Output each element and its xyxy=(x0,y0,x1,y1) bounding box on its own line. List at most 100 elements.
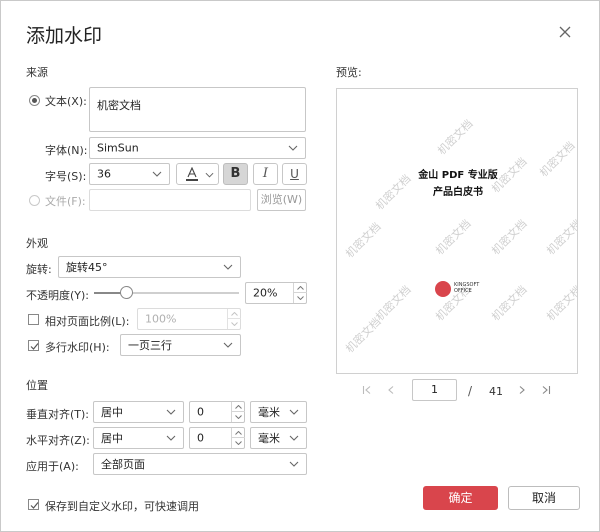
chevron-down-icon xyxy=(223,264,233,270)
watermark-text: 机密文档 xyxy=(489,217,530,258)
source-heading: 来源 xyxy=(26,66,48,79)
vertical-offset-spin xyxy=(231,402,245,422)
font-label: 字体(N): xyxy=(45,144,88,157)
size-select-value: 36 xyxy=(97,167,111,181)
preview-pane: 机密文档 机密文档 机密文档 机密文档 机密文档 机密文档 机密文档 机密文档 … xyxy=(336,88,578,374)
position-heading: 位置 xyxy=(26,379,48,392)
dialog-title: 添加水印 xyxy=(26,25,103,47)
file-path-input[interactable] xyxy=(89,189,251,211)
preview-doc-title-line2: 产品白皮书 xyxy=(433,187,483,198)
chevron-down-icon xyxy=(223,342,233,348)
watermark-text: 机密文档 xyxy=(433,217,474,258)
relative-scale-value: 100% xyxy=(145,312,177,326)
watermark-dialog: 添加水印 来源 文本(X): 机密文档 字体(N): SimSun 字号(S):… xyxy=(0,0,600,532)
opacity-value: 20% xyxy=(253,286,278,300)
kingsoft-logo-text: KINGSOFT OFFICE xyxy=(454,282,479,294)
chevron-down-icon xyxy=(166,435,176,441)
horizontal-offset-stepper[interactable]: 0 xyxy=(189,427,245,449)
font-color-icon xyxy=(186,167,198,181)
first-page-icon[interactable] xyxy=(362,385,372,398)
checkmark-icon xyxy=(30,502,39,509)
logo-text-line2: OFFICE xyxy=(454,288,472,294)
text-source-radio[interactable] xyxy=(29,95,40,106)
appearance-heading: 外观 xyxy=(26,237,48,250)
opacity-spin xyxy=(293,283,307,303)
size-select[interactable]: 36 xyxy=(89,163,170,185)
rotation-select[interactable]: 旋转45° xyxy=(58,256,241,278)
browse-button[interactable]: 浏览(W) xyxy=(257,189,306,211)
opacity-label: 不透明度(Y): xyxy=(26,289,90,302)
next-page-icon[interactable] xyxy=(517,385,527,398)
font-select-value: SimSun xyxy=(97,141,139,155)
page-number-input[interactable]: 1 xyxy=(412,379,457,401)
apply-to-value: 全部页面 xyxy=(101,458,145,471)
vertical-offset-stepper[interactable]: 0 xyxy=(189,401,245,423)
chevron-down-icon xyxy=(166,409,176,415)
watermark-text: 机密文档 xyxy=(435,117,476,158)
apply-to-select[interactable]: 全部页面 xyxy=(93,453,307,475)
relative-scale-decrement-button[interactable] xyxy=(228,319,241,329)
close-icon[interactable] xyxy=(557,24,573,40)
multiline-checkbox[interactable] xyxy=(28,340,39,351)
font-select[interactable]: SimSun xyxy=(89,137,306,159)
vertical-unit-select[interactable]: 毫米 xyxy=(250,401,307,423)
multiline-label: 多行水印(H): xyxy=(45,341,110,354)
kingsoft-logo-icon xyxy=(435,281,451,297)
relative-scale-stepper[interactable]: 100% xyxy=(137,308,241,330)
last-page-icon[interactable] xyxy=(541,385,551,398)
vertical-offset-value: 0 xyxy=(197,405,204,419)
watermark-text: 机密文档 xyxy=(343,220,384,261)
watermark-text-input[interactable]: 机密文档 xyxy=(89,87,306,132)
chevron-down-icon xyxy=(289,435,299,441)
opacity-slider-track[interactable] xyxy=(94,286,239,299)
chevron-down-icon xyxy=(289,461,299,467)
opacity-stepper[interactable]: 20% xyxy=(245,282,307,304)
horizontal-offset-spin xyxy=(231,428,245,448)
relative-scale-spin xyxy=(227,309,241,329)
prev-page-icon[interactable] xyxy=(386,385,396,398)
horizontal-offset-increment-button[interactable] xyxy=(232,428,245,438)
relative-scale-checkbox[interactable] xyxy=(28,314,39,325)
bold-button[interactable]: B xyxy=(223,163,248,185)
watermark-text: 机密文档 xyxy=(373,283,414,324)
font-color-button[interactable] xyxy=(176,163,219,185)
preview-heading: 预览: xyxy=(336,66,362,79)
file-source-radio[interactable] xyxy=(29,195,40,206)
vertical-unit-value: 毫米 xyxy=(258,406,280,419)
vertical-align-select[interactable]: 居中 xyxy=(93,401,184,423)
horizontal-unit-value: 毫米 xyxy=(258,432,280,445)
italic-button[interactable]: I xyxy=(253,163,278,185)
file-source-label: 文件(F): xyxy=(45,195,86,208)
vertical-offset-decrement-button[interactable] xyxy=(232,412,245,422)
watermark-text-value: 机密文档 xyxy=(97,99,141,112)
preview-doc-title-line1: 金山 PDF 专业版 xyxy=(418,170,498,181)
horizontal-offset-value: 0 xyxy=(197,431,204,445)
multiline-select[interactable]: 一页三行 xyxy=(120,334,241,356)
checkmark-icon xyxy=(30,343,39,350)
rotation-label: 旋转: xyxy=(26,263,52,276)
horizontal-align-select[interactable]: 居中 xyxy=(93,427,184,449)
rotation-select-value: 旋转45° xyxy=(66,261,108,274)
watermark-text: 机密文档 xyxy=(489,283,530,324)
vertical-align-label: 垂直对齐(T): xyxy=(26,408,90,421)
ok-button[interactable]: 确定 xyxy=(423,486,498,510)
watermark-text: 机密文档 xyxy=(544,217,578,258)
vertical-align-value: 居中 xyxy=(101,406,123,419)
underline-button[interactable]: U xyxy=(282,163,307,185)
cancel-button[interactable]: 取消 xyxy=(508,486,580,510)
horizontal-offset-decrement-button[interactable] xyxy=(232,438,245,448)
chevron-down-icon xyxy=(288,145,298,151)
opacity-slider-thumb[interactable] xyxy=(120,286,134,299)
vertical-offset-increment-button[interactable] xyxy=(232,402,245,412)
watermark-text: 机密文档 xyxy=(343,315,384,356)
chevron-down-icon xyxy=(152,171,162,177)
horizontal-unit-select[interactable]: 毫米 xyxy=(250,427,307,449)
relative-scale-label: 相对页面比例(L): xyxy=(45,315,130,328)
save-custom-checkbox[interactable] xyxy=(28,499,39,510)
opacity-decrement-button[interactable] xyxy=(294,293,307,303)
opacity-increment-button[interactable] xyxy=(294,283,307,293)
page-total: 41 xyxy=(489,385,503,398)
size-label: 字号(S): xyxy=(45,170,87,183)
save-custom-label: 保存到自定义水印，可快速调用 xyxy=(45,500,199,513)
relative-scale-increment-button[interactable] xyxy=(228,309,241,319)
